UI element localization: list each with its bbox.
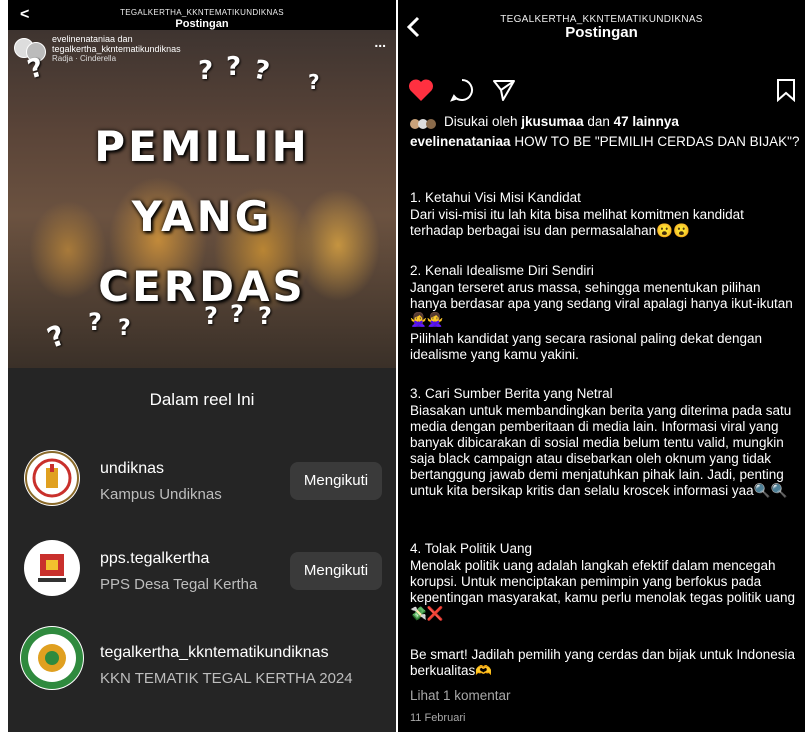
undiknas-logo-icon[interactable] <box>24 450 80 506</box>
account-fullname: Kampus Undiknas <box>100 486 222 503</box>
liked-by-avatars[interactable] <box>410 116 436 134</box>
left-header: TEGALKERTHA_KKNTEMATIKUNDIKNAS Postingan <box>8 8 396 30</box>
overlay-text-3: CERDAS <box>98 262 306 311</box>
more-options-icon[interactable]: ... <box>374 34 386 50</box>
question-mark-decoration: ? <box>88 308 102 336</box>
question-mark-decoration: ? <box>198 56 214 86</box>
account-username[interactable]: tegalkertha_kkntematikundiknas <box>100 644 329 662</box>
likes-summary[interactable]: Disukai oleh jkusumaa dan 47 lainnya <box>444 114 794 130</box>
kkn-logo-icon[interactable] <box>20 626 84 690</box>
comment-icon[interactable] <box>450 78 474 107</box>
overlay-text-2: YANG <box>131 192 273 241</box>
question-mark-decoration: ? <box>308 70 320 94</box>
header-username: TEGALKERTHA_KKNTEMATIKUNDIKNAS <box>120 8 284 17</box>
likes-mid: dan <box>583 114 614 129</box>
sheet-title: Dalam reel Ini <box>149 390 255 409</box>
account-username[interactable]: undiknas <box>100 460 164 478</box>
avatar <box>426 119 436 129</box>
collab-line-2: tegalkertha_kkntematikundiknas <box>52 44 181 54</box>
question-mark-decoration: ? <box>118 316 131 341</box>
account-row[interactable]: pps.tegalkertha PPS Desa Tegal Kertha Me… <box>20 534 390 614</box>
caption-intro: evelinenataniaa HOW TO BE "PEMILIH CERDA… <box>410 134 800 150</box>
question-mark-decoration: ? <box>230 300 244 328</box>
caption-author[interactable]: evelinenataniaa <box>410 134 511 149</box>
overlay-text-1: PEMILIH <box>94 122 310 171</box>
kpu-logo-icon[interactable] <box>24 540 80 596</box>
point-4-body: Menolak politik uang adalah langkah efek… <box>410 558 795 621</box>
question-mark-decoration: ? <box>251 54 273 88</box>
following-button[interactable]: Mengikuti <box>290 552 382 590</box>
header-title: Postingan <box>565 24 638 41</box>
caption-intro-text: HOW TO BE "PEMILIH CERDAS DAN BIJAK"? <box>510 134 800 149</box>
account-username[interactable]: pps.tegalkertha <box>100 550 209 568</box>
account-fullname: KKN TEMATIK TEGAL KERTHA 2024 <box>100 670 353 687</box>
tagged-accounts-sheet: Dalam reel Ini undiknas Kampus Undiknas … <box>8 368 396 732</box>
point-4-title: 4. Tolak Politik Uang <box>410 541 533 556</box>
post-date: 11 Februari <box>410 712 466 724</box>
point-1-title: 1. Ketahui Visi Misi Kandidat <box>410 190 581 205</box>
share-icon[interactable] <box>492 78 516 107</box>
account-fullname: PPS Desa Tegal Kertha <box>100 576 258 593</box>
reel-video[interactable]: evelinenataniaa dan tegalkertha_kkntemat… <box>8 30 396 368</box>
question-mark-decoration: ? <box>42 318 70 355</box>
right-screenshot: TEGALKERTHA_KKNTEMATIKUNDIKNAS Postingan… <box>398 0 805 732</box>
question-mark-decoration: ? <box>258 302 272 330</box>
bookmark-icon[interactable] <box>776 78 796 107</box>
point-2-title: 2. Kenali Idealisme Diri Sendiri <box>410 263 594 278</box>
point-2-body-2: Pilihlah kandidat yang secara rasional p… <box>410 331 762 362</box>
point-2-body: Jangan terseret arus massa, sehingga men… <box>410 280 793 327</box>
right-header: TEGALKERTHA_KKNTEMATIKUNDIKNAS Postingan <box>398 14 805 42</box>
following-button[interactable]: Mengikuti <box>290 462 382 500</box>
view-comments-link[interactable]: Lihat 1 komentar <box>410 688 800 704</box>
likes-count[interactable]: 47 lainnya <box>614 114 679 129</box>
likes-prefix: Disukai oleh <box>444 114 522 129</box>
left-screenshot: < TEGALKERTHA_KKNTEMATIKUNDIKNAS Posting… <box>8 0 396 732</box>
audio-label[interactable]: Radja · Cinderella <box>52 54 181 64</box>
account-row[interactable]: undiknas Kampus Undiknas Mengikuti <box>20 444 390 524</box>
point-3-body: Biasakan untuk membandingkan berita yang… <box>410 403 792 498</box>
question-mark-decoration: ? <box>226 52 242 82</box>
point-1-body: Dari visi-misi itu lah kita bisa melihat… <box>410 207 744 238</box>
point-3-title: 3. Cari Sumber Berita yang Netral <box>410 386 613 401</box>
reel-collab-info[interactable]: evelinenataniaa dan tegalkertha_kkntemat… <box>52 34 181 64</box>
account-row[interactable]: tegalkertha_kkntematikundiknas KKN TEMAT… <box>20 624 390 704</box>
heart-icon[interactable] <box>408 78 434 107</box>
collab-line-1: evelinenataniaa dan <box>52 34 133 44</box>
caption-closing: Be smart! Jadilah pemilih yang cerdas da… <box>410 647 795 678</box>
header-title: Postingan <box>175 17 229 30</box>
likes-user[interactable]: jkusumaa <box>521 114 583 129</box>
question-mark-decoration: ? <box>204 302 218 330</box>
